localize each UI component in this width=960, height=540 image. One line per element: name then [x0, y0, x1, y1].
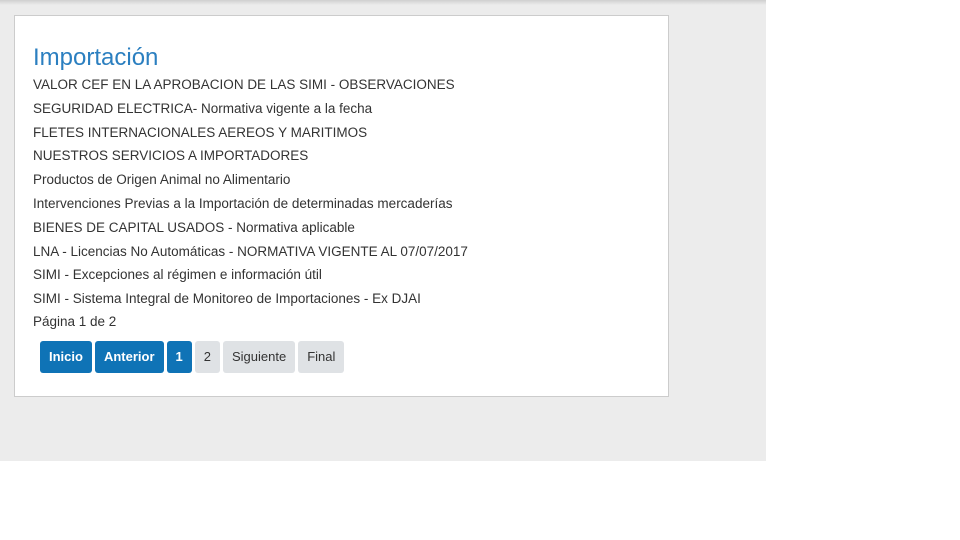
pagination: Inicio Anterior 1 2 Siguiente Final — [40, 341, 345, 373]
article-link[interactable]: VALOR CEF EN LA APROBACION DE LAS SIMI -… — [33, 74, 468, 98]
page-2-button[interactable]: 2 — [194, 341, 220, 373]
page-background: Importación VALOR CEF EN LA APROBACION D… — [0, 0, 766, 461]
last-page-button[interactable]: Final — [298, 341, 345, 373]
article-link[interactable]: NUESTROS SERVICIOS A IMPORTADORES — [33, 145, 468, 169]
page-1-button[interactable]: 1 — [166, 341, 192, 373]
next-page-button[interactable]: Siguiente — [222, 341, 296, 373]
page-info: Página 1 de 2 — [33, 314, 117, 329]
article-link[interactable]: SIMI - Excepciones al régimen e informac… — [33, 264, 468, 288]
article-link[interactable]: SIMI - Sistema Integral de Monitoreo de … — [33, 288, 468, 312]
panel-title: Importación — [33, 44, 159, 71]
article-link[interactable]: Productos de Origen Animal no Alimentari… — [33, 169, 468, 193]
article-link[interactable]: Intervenciones Previas a la Importación … — [33, 193, 468, 217]
article-link[interactable]: LNA - Licencias No Automáticas - NORMATI… — [33, 241, 468, 265]
first-page-button[interactable]: Inicio — [40, 341, 92, 373]
article-list: VALOR CEF EN LA APROBACION DE LAS SIMI -… — [33, 74, 468, 312]
previous-page-button[interactable]: Anterior — [94, 341, 164, 373]
article-link[interactable]: SEGURIDAD ELECTRICA- Normativa vigente a… — [33, 98, 468, 122]
article-link[interactable]: FLETES INTERNACIONALES AEREOS Y MARITIMO… — [33, 122, 468, 146]
articles-panel: Importación VALOR CEF EN LA APROBACION D… — [14, 15, 669, 397]
header-shadow — [0, 0, 766, 5]
article-link[interactable]: BIENES DE CAPITAL USADOS - Normativa apl… — [33, 217, 468, 241]
